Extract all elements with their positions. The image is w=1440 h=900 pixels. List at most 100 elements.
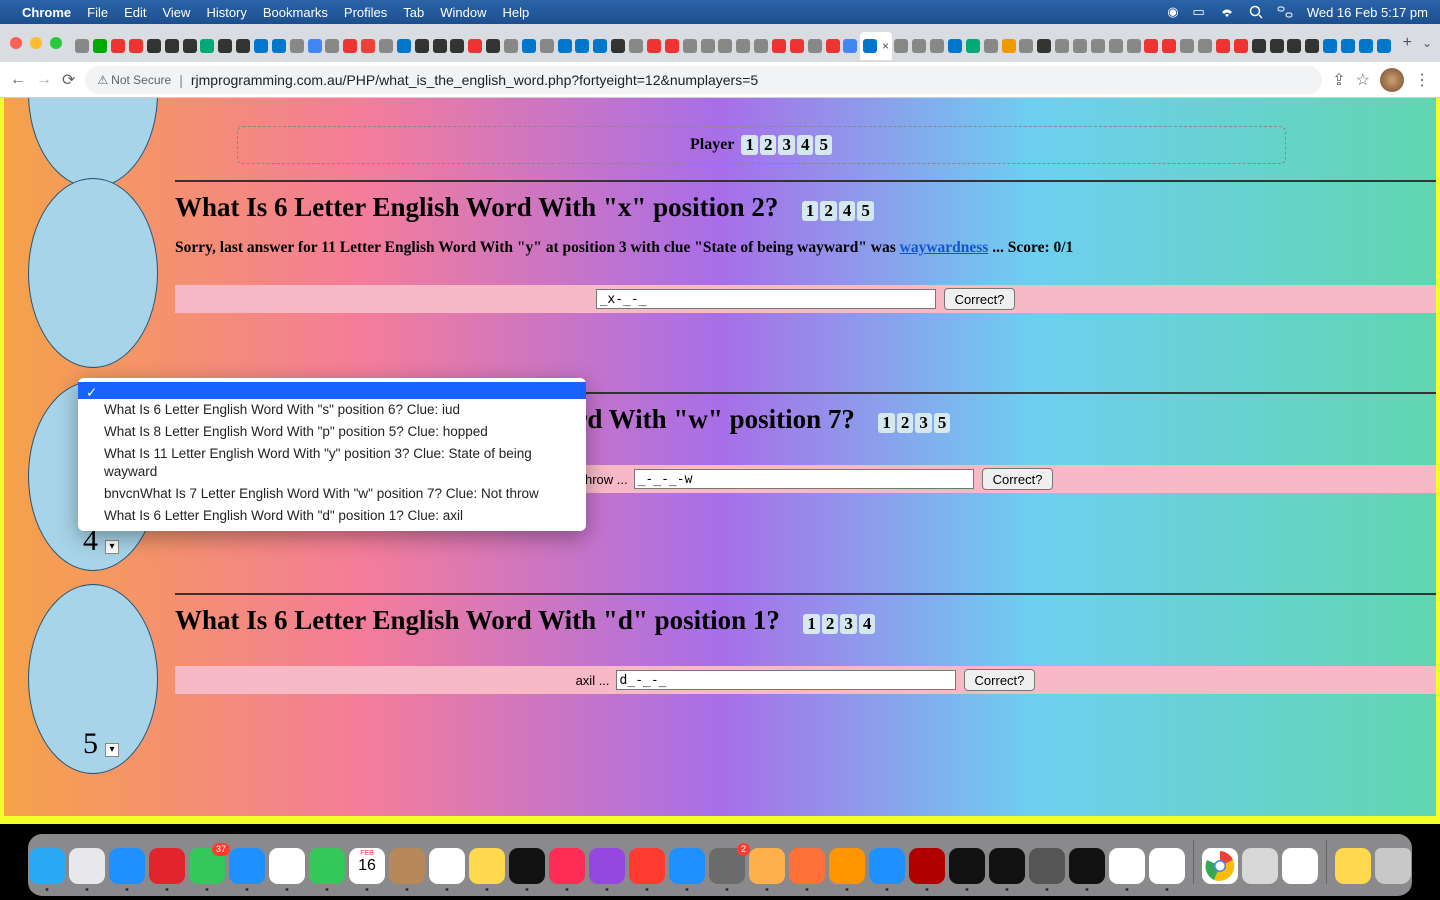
tabs-overflow-icon[interactable]: ⌄ xyxy=(1422,36,1432,50)
profile-avatar[interactable] xyxy=(1380,68,1404,92)
tab-1[interactable] xyxy=(92,32,109,60)
score-badge[interactable]: 2 xyxy=(822,614,839,634)
tab-46[interactable] xyxy=(911,32,928,60)
dock-reminders-icon[interactable] xyxy=(429,848,465,884)
dock-podcasts-icon[interactable] xyxy=(589,848,625,884)
tab-8[interactable] xyxy=(217,32,234,60)
answer-link[interactable]: waywardness xyxy=(900,239,989,256)
correct-button-3[interactable]: Correct? xyxy=(964,669,1036,691)
dock-facetime-icon[interactable] xyxy=(309,848,345,884)
tab-50[interactable] xyxy=(982,32,999,60)
score-badge[interactable]: 5 xyxy=(934,413,951,433)
tab-45[interactable] xyxy=(893,32,910,60)
dock-chrome-icon[interactable] xyxy=(1202,848,1238,884)
menu-history[interactable]: History xyxy=(206,5,246,20)
control-center-icon[interactable] xyxy=(1277,6,1293,18)
score-badge[interactable]: 1 xyxy=(878,413,895,433)
tab-4[interactable] xyxy=(145,32,162,60)
tab-28[interactable] xyxy=(574,32,591,60)
tab-7[interactable] xyxy=(199,32,216,60)
tab-63[interactable] xyxy=(1215,32,1232,60)
dock-contacts-icon[interactable] xyxy=(389,848,425,884)
player-num-badge[interactable]: 2 xyxy=(760,135,777,155)
tab-49[interactable] xyxy=(964,32,981,60)
tab-71[interactable] xyxy=(1357,32,1374,60)
tab-69[interactable] xyxy=(1322,32,1339,60)
tab-40[interactable] xyxy=(788,32,805,60)
menu-bookmarks[interactable]: Bookmarks xyxy=(263,5,328,20)
score-badge[interactable]: 4 xyxy=(859,614,876,634)
tab-52[interactable] xyxy=(1018,32,1035,60)
menu-profiles[interactable]: Profiles xyxy=(344,5,387,20)
search-icon[interactable] xyxy=(1249,5,1263,19)
dock-stickies-icon[interactable] xyxy=(1335,848,1371,884)
zoom-window-button[interactable] xyxy=(50,37,62,49)
share-icon[interactable]: ⇪ xyxy=(1332,70,1345,90)
dock-filezilla-icon[interactable] xyxy=(909,848,945,884)
tab-11[interactable] xyxy=(270,32,287,60)
player-num-badge[interactable]: 4 xyxy=(797,135,814,155)
tab-29[interactable] xyxy=(592,32,609,60)
correct-button-2[interactable]: Correct? xyxy=(982,468,1054,490)
score-badge[interactable]: 2 xyxy=(897,413,914,433)
dock-safari-icon[interactable] xyxy=(109,848,145,884)
close-tab-icon[interactable]: × xyxy=(882,39,889,53)
tab-66[interactable] xyxy=(1268,32,1285,60)
menu-help[interactable]: Help xyxy=(503,5,530,20)
tab-33[interactable] xyxy=(663,32,680,60)
menu-app[interactable]: Chrome xyxy=(22,5,71,20)
answer-input-2[interactable] xyxy=(634,469,974,489)
tab-65[interactable] xyxy=(1250,32,1267,60)
dropdown-option-3[interactable]: What Is 11 Letter English Word With "y" … xyxy=(78,443,586,483)
not-secure-badge[interactable]: ⚠ Not Secure xyxy=(97,73,171,87)
tab-48[interactable] xyxy=(947,32,964,60)
tab-62[interactable] xyxy=(1197,32,1214,60)
dock-firefox-icon[interactable] xyxy=(789,848,825,884)
dock-opera-icon[interactable] xyxy=(149,848,185,884)
tab-68[interactable] xyxy=(1304,32,1321,60)
tab-23[interactable] xyxy=(485,32,502,60)
dock-palette-icon[interactable] xyxy=(749,848,785,884)
tab-67[interactable] xyxy=(1286,32,1303,60)
menu-view[interactable]: View xyxy=(162,5,190,20)
tab-64[interactable] xyxy=(1232,32,1249,60)
tab-60[interactable] xyxy=(1161,32,1178,60)
screenrec-icon[interactable]: ◉ xyxy=(1167,4,1178,20)
menubar-clock[interactable]: Wed 16 Feb 5:17 pm xyxy=(1307,5,1428,20)
tab-37[interactable] xyxy=(735,32,752,60)
new-tab-button[interactable]: + xyxy=(1403,34,1412,52)
tab-6[interactable] xyxy=(181,32,198,60)
bookmark-star-icon[interactable]: ☆ xyxy=(1356,70,1370,90)
tab-43[interactable] xyxy=(842,32,859,60)
forward-button[interactable]: → xyxy=(36,71,52,89)
tab-17[interactable] xyxy=(378,32,395,60)
tab-55[interactable] xyxy=(1072,32,1089,60)
correct-button-1[interactable]: Correct? xyxy=(944,288,1016,310)
dock-terminal-icon[interactable] xyxy=(989,848,1025,884)
tab-58[interactable] xyxy=(1125,32,1142,60)
answer-input-3[interactable] xyxy=(616,670,956,690)
tab-39[interactable] xyxy=(771,32,788,60)
score-badge[interactable]: 4 xyxy=(839,201,856,221)
menu-file[interactable]: File xyxy=(87,5,108,20)
tab-13[interactable] xyxy=(306,32,323,60)
tab-61[interactable] xyxy=(1179,32,1196,60)
dock-trash-icon[interactable] xyxy=(1375,848,1411,884)
minimize-window-button[interactable] xyxy=(30,37,42,49)
dropdown-option-0[interactable] xyxy=(78,382,586,399)
tab-34[interactable] xyxy=(681,32,698,60)
dock-music-icon[interactable] xyxy=(549,848,585,884)
tab-24[interactable] xyxy=(503,32,520,60)
tab-0[interactable] xyxy=(74,32,91,60)
score-badge[interactable]: 3 xyxy=(840,614,857,634)
dock-news-icon[interactable] xyxy=(629,848,665,884)
dock-messages-icon[interactable]: 37 xyxy=(189,848,225,884)
score-badge[interactable]: 1 xyxy=(803,614,820,634)
tab-36[interactable] xyxy=(717,32,734,60)
dock-launchpad-icon[interactable] xyxy=(69,848,105,884)
dock-notes2-icon[interactable] xyxy=(1282,848,1318,884)
url-field[interactable]: ⚠ Not Secure | rjmprogramming.com.au/PHP… xyxy=(85,66,1322,94)
tab-32[interactable] xyxy=(646,32,663,60)
tab-15[interactable] xyxy=(342,32,359,60)
dock-calendar-icon[interactable]: FEB16 xyxy=(349,848,385,884)
